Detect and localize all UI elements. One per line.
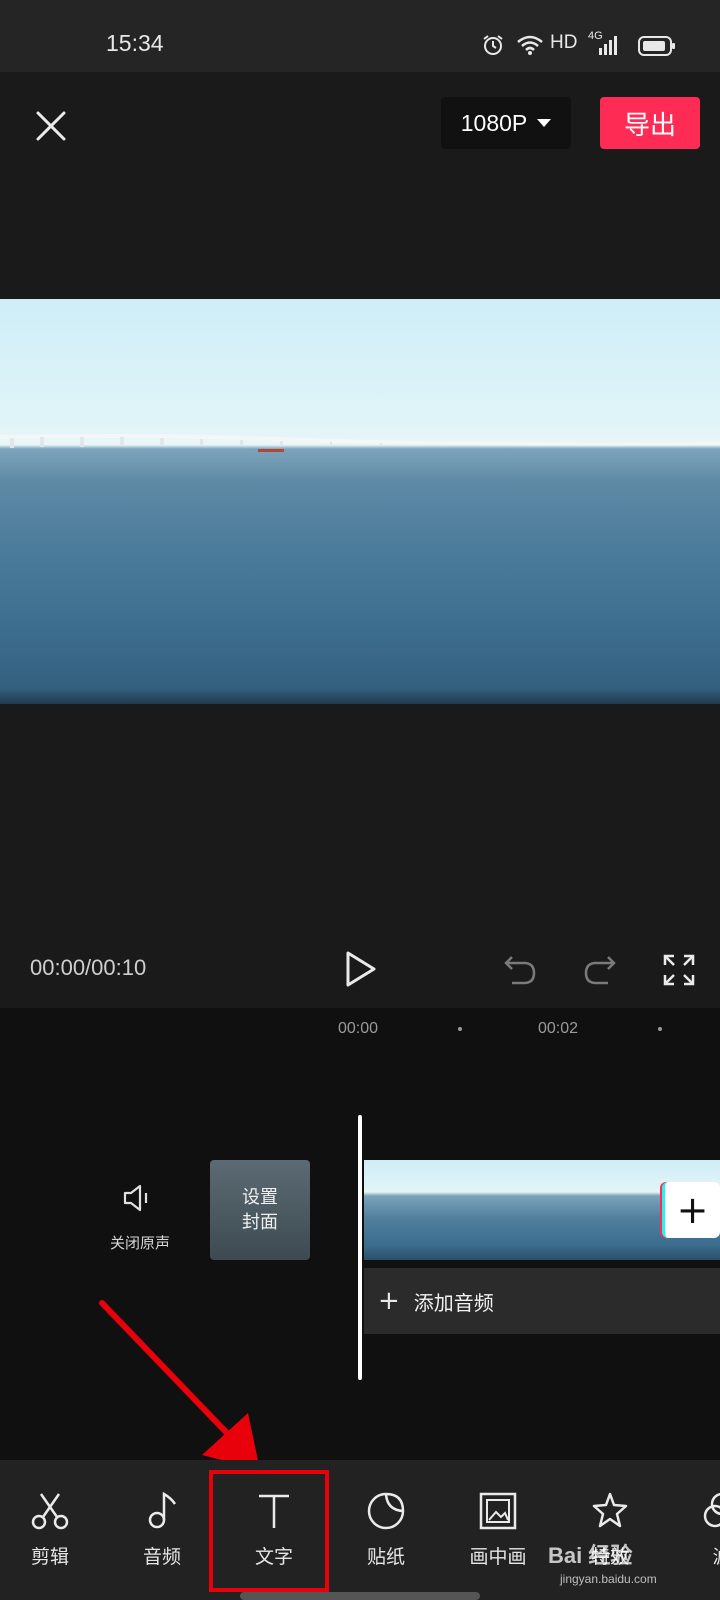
toolbar-label: 贴纸 — [366, 1546, 405, 1568]
toolbar-label: 滤 — [712, 1542, 720, 1569]
play-icon[interactable] — [344, 950, 378, 988]
home-indicator — [240, 1592, 480, 1600]
music-note-icon — [148, 1491, 177, 1529]
add-clip-button[interactable]: + — [662, 1182, 720, 1238]
cover-label-line1: 设置 — [242, 1187, 278, 1208]
playhead[interactable] — [358, 1115, 362, 1380]
toolbar-label: 音频 — [142, 1546, 181, 1568]
sticker-icon — [367, 1492, 405, 1530]
set-cover-button[interactable]: 设置 封面 — [210, 1160, 310, 1260]
wifi-icon — [517, 35, 543, 55]
add-audio-label: 添加音频 — [413, 1290, 494, 1315]
picture-in-picture-icon — [479, 1492, 517, 1530]
speaker-icon[interactable] — [122, 1183, 156, 1213]
effects-star-icon — [592, 1492, 628, 1528]
status-clock: 15:34 — [106, 30, 164, 56]
fullscreen-icon[interactable] — [662, 953, 696, 987]
annotation-arrow — [99, 1300, 260, 1470]
video-preview[interactable] — [0, 299, 720, 704]
add-audio-button[interactable]: + 添加音频 — [364, 1268, 720, 1334]
resolution-label: 1080P — [460, 109, 528, 136]
toolbar-item-filter[interactable]: 滤 — [672, 1490, 720, 1590]
timeline-tick-0: 00:00 — [338, 1020, 379, 1037]
mute-original-audio-label[interactable]: 关闭原声 — [100, 1232, 180, 1253]
alarm-icon — [483, 35, 503, 55]
scissors-icon — [31, 1493, 69, 1530]
toolbar-label: 剪辑 — [30, 1546, 69, 1568]
filter-icon — [703, 1492, 720, 1528]
timeline-tick-dot — [458, 1027, 462, 1031]
toolbar-item-pip[interactable]: 画中画 — [448, 1490, 548, 1590]
toolbar-item-edit[interactable]: 剪辑 — [0, 1490, 100, 1590]
signal-icon — [599, 36, 617, 55]
chevron-down-icon — [537, 119, 552, 127]
export-button[interactable]: 导出 — [600, 97, 700, 149]
hd-indicator: HD — [550, 32, 578, 53]
redo-icon[interactable] — [582, 953, 618, 987]
toolbar-item-audio[interactable]: 音频 — [112, 1490, 212, 1590]
toolbar-label: 画中画 — [469, 1546, 527, 1568]
plus-icon: + — [378, 1286, 400, 1316]
preview-bridge-graphic — [0, 434, 720, 452]
clip-thumbnail — [462, 1160, 561, 1260]
cover-label-line2: 封面 — [242, 1212, 278, 1233]
undo-icon[interactable] — [502, 953, 538, 987]
toolbar-item-sticker[interactable]: 贴纸 — [336, 1490, 436, 1590]
timeline-tick-dot — [658, 1027, 662, 1031]
resolution-dropdown[interactable]: 1080P — [441, 97, 571, 149]
clip-thumbnail — [364, 1160, 463, 1260]
playback-timecode: 00:00/00:10 — [30, 955, 147, 980]
annotation-highlight-box — [209, 1470, 329, 1592]
close-icon[interactable] — [30, 105, 72, 147]
watermark-logo: Bai 经验 — [548, 1543, 633, 1568]
watermark-url: jingyan.baidu.com — [560, 1572, 657, 1586]
timeline-tick-1: 00:02 — [538, 1020, 579, 1037]
clip-thumbnail — [560, 1160, 659, 1260]
battery-icon — [638, 36, 675, 56]
